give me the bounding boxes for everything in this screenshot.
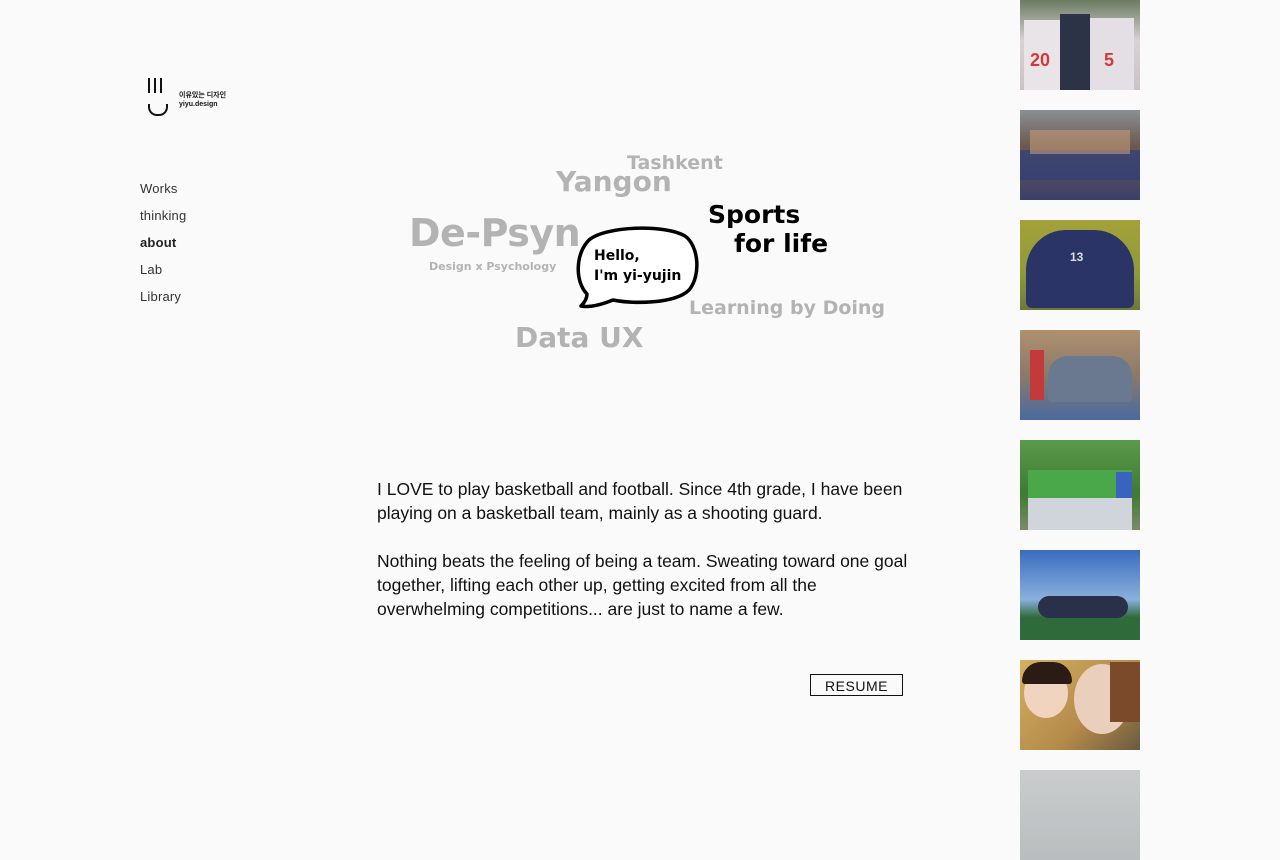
nav-item-works[interactable]: Works (140, 180, 186, 207)
keyword-sports-line1: Sports (708, 200, 801, 229)
photo-team-circle-yellow-wall[interactable]: 13 (1020, 220, 1140, 310)
nav-item-about[interactable]: about (140, 234, 186, 261)
bubble-greeting: Hello, I'm yi-yujin (594, 246, 681, 286)
about-paragraph-2: Nothing beats the feeling of being a tea… (377, 551, 908, 619)
smile-icon (148, 104, 168, 116)
photo-team-huddle-floor[interactable] (1020, 110, 1140, 200)
about-text: I LOVE to play basketball and football. … (377, 477, 917, 645)
keyword-sports-line2: for life (734, 229, 829, 258)
logo-text-korean: 이유있는 디자인 (179, 92, 227, 99)
bubble-line-2: I'm yi-yujin (594, 268, 682, 284)
keyword-data-ux: Data UX (515, 321, 644, 354)
nav-item-thinking[interactable]: thinking (140, 207, 186, 234)
about-paragraph-1: I LOVE to play basketball and football. … (377, 479, 903, 523)
photo-team-field-sky[interactable] (1020, 550, 1140, 640)
photo-medal-selfie[interactable] (1020, 660, 1140, 750)
site-logo[interactable]: 이유있는 디자인 yiyu.design (140, 76, 260, 124)
photo-gray[interactable] (1020, 770, 1140, 860)
photo-team-green-shirts[interactable] (1020, 440, 1140, 530)
resume-button[interactable]: RESUME (810, 674, 903, 696)
keyword-depsyn-subtitle: Design x Psychology (429, 260, 557, 273)
logo-text-domain: yiyu.design (179, 101, 218, 108)
photo-team-group-gym[interactable] (1020, 330, 1140, 420)
nav-item-lab[interactable]: Lab (140, 261, 186, 288)
keyword-depsyn: De-Psyn (409, 211, 581, 255)
bubble-line-1: Hello, (594, 248, 640, 264)
keyword-learning-by-doing: Learning by Doing (689, 297, 886, 319)
keyword-yangon: Yangon (556, 165, 672, 198)
main-nav: Works thinking about Lab Library (140, 180, 186, 315)
photo-team-jerseys[interactable]: 20 5 (1020, 0, 1140, 90)
nav-item-library[interactable]: Library (140, 288, 186, 315)
